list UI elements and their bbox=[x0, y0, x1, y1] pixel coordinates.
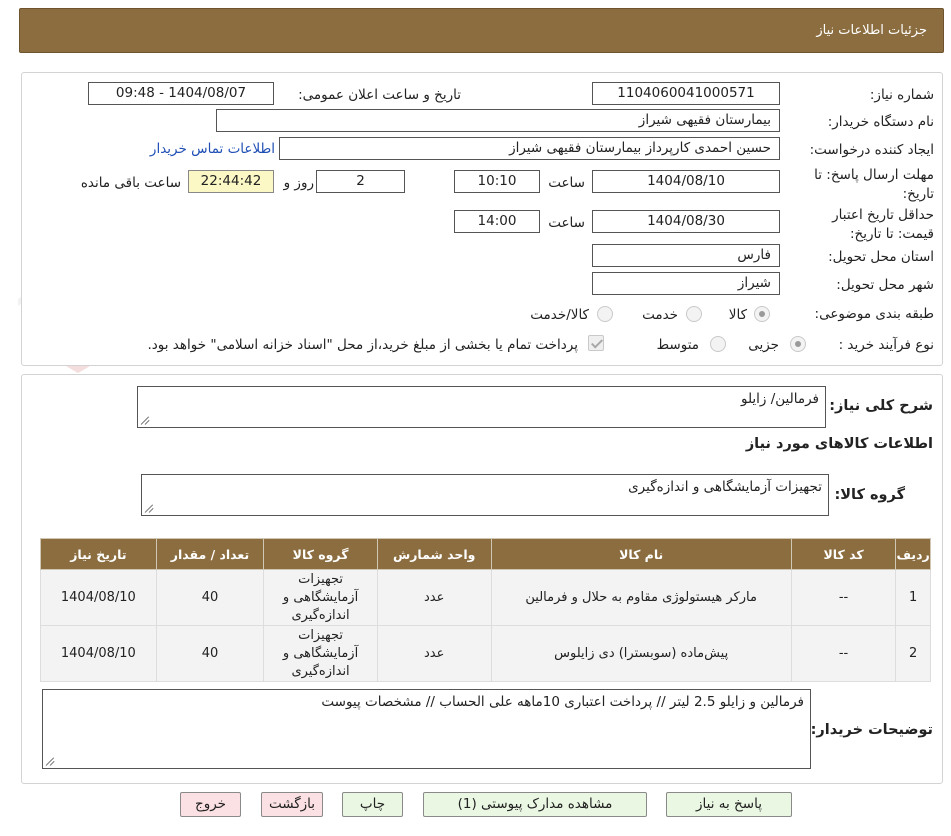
category-radio-service[interactable] bbox=[686, 306, 702, 322]
col-date: تاریخ نیاز bbox=[40, 538, 157, 570]
deadline-days-field[interactable]: 2 bbox=[316, 170, 405, 193]
table-row: 1 -- مارکر هیستولوژی مقاوم به حلال و فرم… bbox=[40, 569, 931, 626]
buyer-contact-link[interactable]: اطلاعات تماس خریدار bbox=[150, 141, 275, 157]
remaining-label: ساعت باقی مانده bbox=[80, 175, 181, 191]
table-header-row: ردیف کد کالا نام کالا واحد شمارش گروه کا… bbox=[40, 538, 931, 570]
category-label: طبقه بندی موضوعی: bbox=[814, 306, 934, 322]
process-option-medium: متوسط bbox=[656, 337, 699, 353]
deadline-time-label: ساعت bbox=[548, 175, 585, 191]
validity-time-label: ساعت bbox=[548, 215, 585, 231]
col-name: نام کالا bbox=[490, 538, 792, 570]
view-attachments-button[interactable]: مشاهده مدارک پیوستی (1) bbox=[423, 792, 647, 817]
goods-table: ردیف کد کالا نام کالا واحد شمارش گروه کا… bbox=[40, 538, 931, 682]
goods-section-title: اطلاعات کالاهای مورد نیاز bbox=[745, 436, 933, 452]
city-label: شهر محل تحویل: bbox=[836, 277, 934, 293]
creator-label: ایجاد کننده درخواست: bbox=[809, 142, 934, 158]
remaining-time-field: 22:44:42 bbox=[188, 170, 274, 193]
validity-label: حداقل تاریخ اعتبار قیمت: تا تاریخ: bbox=[832, 207, 934, 242]
days-label: روز و bbox=[283, 175, 314, 191]
summary-value: فرمالین/ زایلو bbox=[740, 391, 819, 407]
summary-label: شرح کلی نیاز: bbox=[829, 398, 933, 414]
cell-qty: 40 bbox=[155, 625, 265, 682]
col-code: کد کالا bbox=[790, 538, 897, 570]
goods-group-value: تجهیزات آزمایشگاهی و اندازه‌گیری bbox=[628, 479, 822, 495]
cell-date: 1404/08/10 bbox=[40, 625, 157, 682]
goods-group-textarea[interactable]: تجهیزات آزمایشگاهی و اندازه‌گیری bbox=[141, 474, 829, 516]
process-option-minor: جزیی bbox=[748, 337, 779, 353]
back-button[interactable]: بازگشت bbox=[261, 792, 323, 817]
summary-textarea[interactable]: فرمالین/ زایلو bbox=[137, 386, 826, 428]
cell-unit: عدد bbox=[376, 569, 492, 626]
resize-grip-icon[interactable] bbox=[145, 504, 154, 513]
province-field[interactable]: فارس bbox=[592, 244, 780, 267]
cell-name: مارکر هیستولوژی مقاوم به حلال و فرمالین bbox=[490, 569, 792, 626]
goods-group-label: گروه کالا: bbox=[834, 487, 905, 503]
cell-name: پیش‌ماده (سوبسترا) دی زایلوس bbox=[490, 625, 792, 682]
cell-row: 1 bbox=[895, 569, 931, 626]
need-number-field[interactable]: 1104060041000571 bbox=[592, 82, 780, 105]
city-field[interactable]: شیراز bbox=[592, 272, 780, 295]
col-qty: تعداد / مقدار bbox=[155, 538, 265, 570]
cell-unit: عدد bbox=[376, 625, 492, 682]
cell-code: -- bbox=[790, 569, 897, 626]
resize-grip-icon[interactable] bbox=[46, 757, 55, 766]
cell-date: 1404/08/10 bbox=[40, 569, 157, 626]
buyer-notes-textarea[interactable]: فرمالین و زایلو 2.5 لیتر // پرداخت اعتبا… bbox=[42, 689, 811, 769]
validity-date-field[interactable]: 1404/08/30 bbox=[592, 210, 780, 233]
page-title: جزئیات اطلاعات نیاز bbox=[816, 23, 927, 38]
creator-field[interactable]: حسین احمدی کارپرداز بیمارستان فقیهی شیرا… bbox=[279, 137, 780, 160]
deadline-time-field[interactable]: 10:10 bbox=[454, 170, 540, 193]
validity-time-field[interactable]: 14:00 bbox=[454, 210, 540, 233]
treasury-checkbox[interactable] bbox=[588, 335, 604, 351]
col-group: گروه کالا bbox=[263, 538, 378, 570]
category-option-goods: کالا bbox=[728, 307, 747, 323]
buyer-label: نام دستگاه خریدار: bbox=[827, 114, 934, 130]
deadline-date-field[interactable]: 1404/08/10 bbox=[592, 170, 780, 193]
buyer-field[interactable]: بیمارستان فقیهی شیراز bbox=[216, 109, 780, 132]
category-radio-goods[interactable] bbox=[754, 306, 770, 322]
col-unit: واحد شمارش bbox=[376, 538, 492, 570]
category-radio-both[interactable] bbox=[597, 306, 613, 322]
table-row: 2 -- پیش‌ماده (سوبسترا) دی زایلوس عدد تج… bbox=[40, 625, 931, 682]
category-option-service: خدمت bbox=[642, 307, 678, 323]
cell-qty: 40 bbox=[155, 569, 265, 626]
col-row: ردیف bbox=[895, 538, 931, 570]
announce-field[interactable]: 1404/08/07 - 09:48 bbox=[88, 82, 274, 105]
deadline-label: مهلت ارسال پاسخ: تا تاریخ: bbox=[814, 167, 934, 202]
province-label: استان محل تحویل: bbox=[828, 249, 934, 265]
category-option-both: کالا/خدمت bbox=[530, 307, 589, 323]
announce-label: تاریخ و ساعت اعلان عمومی: bbox=[298, 87, 461, 103]
print-button[interactable]: چاپ bbox=[342, 792, 403, 817]
process-radio-medium[interactable] bbox=[710, 336, 726, 352]
need-number-label: شماره نیاز: bbox=[869, 87, 934, 103]
reply-button[interactable]: پاسخ به نیاز bbox=[666, 792, 792, 817]
exit-button[interactable]: خروج bbox=[180, 792, 241, 817]
page-header: جزئیات اطلاعات نیاز bbox=[19, 8, 944, 53]
process-radio-minor[interactable] bbox=[790, 336, 806, 352]
cell-code: -- bbox=[790, 625, 897, 682]
buyer-notes-label: توضیحات خریدار: bbox=[810, 722, 933, 738]
cell-row: 2 bbox=[895, 625, 931, 682]
cell-group: تجهیزات آزمایشگاهی و اندازه‌گیری bbox=[263, 625, 378, 682]
buyer-notes-value: فرمالین و زایلو 2.5 لیتر // پرداخت اعتبا… bbox=[321, 694, 804, 710]
process-label: نوع فرآیند خرید : bbox=[838, 337, 934, 353]
cell-group: تجهیزات آزمایشگاهی و اندازه‌گیری bbox=[263, 569, 378, 626]
treasury-note: پرداخت تمام یا بخشی از مبلغ خرید،از محل … bbox=[147, 337, 578, 353]
resize-grip-icon[interactable] bbox=[141, 416, 150, 425]
